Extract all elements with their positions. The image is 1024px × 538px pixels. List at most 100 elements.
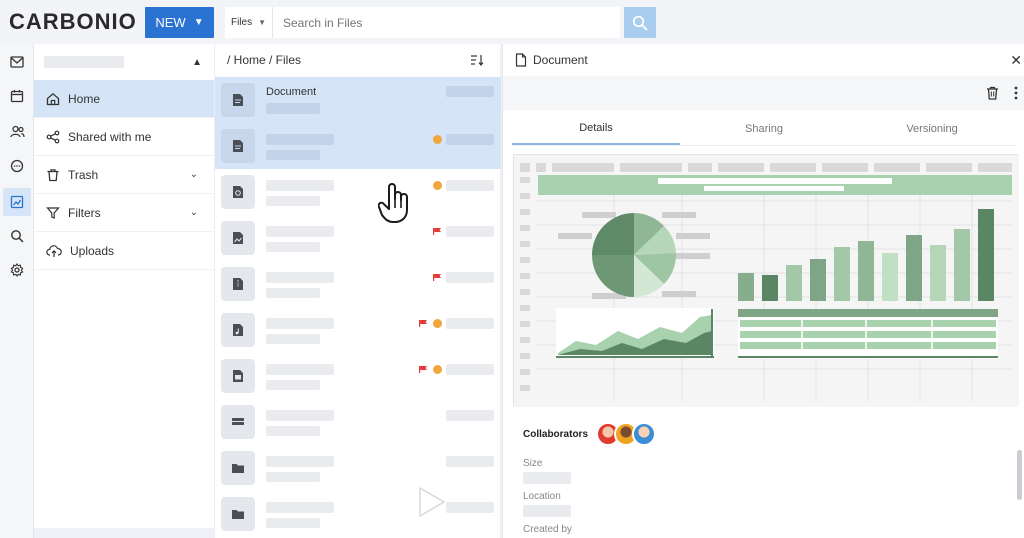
file-meta-placeholder [266,150,320,160]
file-preview [513,154,1019,407]
details-tabs: Details Sharing Versioning [512,112,1016,146]
audio-file-icon [221,313,255,347]
file-list: / Home / Files Document [214,44,501,538]
file-meta-placeholder [266,518,320,528]
search-bar: Files ▼ [225,7,620,38]
document-icon [221,129,255,163]
new-button[interactable]: NEW ▼ [145,7,214,38]
sidebar-item-home[interactable]: Home [34,80,214,118]
sidebar-item-filters[interactable]: Filters ⌄ [34,194,214,232]
list-item[interactable]: Document [215,77,501,123]
list-item[interactable] [215,123,501,169]
file-date-placeholder [446,502,494,513]
mail-icon[interactable] [8,53,26,71]
file-name-placeholder [266,410,334,421]
more-vertical-icon[interactable] [1014,86,1018,100]
account-section-header[interactable]: ▲ [34,44,214,80]
file-meta-placeholder [266,196,320,206]
account-name-placeholder [44,56,124,68]
chevron-down-icon: ▼ [193,17,204,28]
details-header: Document ✕ [503,44,1024,76]
sidebar-item-shared-with-me[interactable]: Shared with me [34,118,214,156]
file-name-placeholder [266,456,334,467]
flag-icon [433,228,441,235]
file-name: Document [266,86,317,98]
shared-dot-icon [433,135,442,144]
file-meta-placeholder [266,426,320,436]
tab-versioning[interactable]: Versioning [848,112,1016,145]
share-icon [46,130,60,143]
details-toolbar [503,76,1024,110]
size-label: Size [523,458,543,469]
home-icon [46,92,60,105]
list-item[interactable] [215,307,501,353]
breadcrumb[interactable]: / Home / Files [227,53,301,67]
search-scope-label: Files [230,17,253,28]
chevron-down-icon[interactable]: ⌄ [190,169,198,180]
list-item[interactable] [215,261,501,307]
sidebar-item-trash[interactable]: Trash ⌄ [34,156,214,194]
location-value-placeholder [523,505,571,517]
list-item[interactable] [215,353,501,399]
flag-icon [419,320,427,327]
chevron-down-icon: ▼ [258,18,267,27]
play-icon[interactable] [418,486,446,518]
sidebar-item-label: Trash [68,167,99,182]
collaborators-label: Collaborators [523,428,589,440]
list-header: / Home / Files [215,44,500,76]
folder-icon [221,497,255,531]
details-title: Document [533,53,588,67]
hand-cursor-icon [378,183,408,223]
files-sidebar: ▲ Home Shared with me Trash ⌄ Filters ⌄ … [34,44,214,528]
trash-icon[interactable] [986,86,999,100]
tab-sharing[interactable]: Sharing [680,112,848,145]
search-scope-select[interactable]: Files ▼ [225,7,273,38]
module-rail [0,44,34,538]
list-item[interactable] [215,491,501,537]
sidebar-item-label: Home [68,91,101,106]
settings-gear-icon[interactable] [8,261,26,279]
file-date-placeholder [446,134,494,145]
file-date-placeholder [446,318,494,329]
file-name-placeholder [266,272,334,283]
upload-cloud-icon [46,244,62,257]
search-icon[interactable] [8,227,26,245]
tab-details[interactable]: Details [512,112,680,145]
file-meta-placeholder [266,334,320,344]
chat-icon[interactable] [8,157,26,175]
list-item[interactable] [215,399,501,445]
search-input[interactable] [273,7,620,38]
list-item[interactable] [215,169,501,215]
search-button[interactable] [624,7,656,38]
search-icon [632,15,648,30]
close-icon[interactable]: ✕ [1010,52,1022,69]
list-item[interactable] [215,445,501,491]
size-value-placeholder [523,472,571,484]
file-date-placeholder [446,180,494,191]
sidebar-item-uploads[interactable]: Uploads [34,232,214,270]
file-name-placeholder [266,134,334,145]
list-item[interactable] [215,215,501,261]
shared-dot-icon [433,365,442,374]
document-icon [221,83,255,117]
file-meta-placeholder [266,103,320,114]
file-meta-placeholder [266,288,320,298]
file-meta-placeholder [266,472,320,482]
contacts-icon[interactable] [8,122,26,140]
collaborators-row: Collaborators [523,422,657,446]
chevron-up-icon: ▲ [192,56,202,68]
files-icon[interactable] [3,188,31,216]
sidebar-item-label: Filters [68,205,101,220]
file-date-placeholder [446,86,494,97]
calendar-icon[interactable] [8,87,26,105]
avatar[interactable] [632,422,657,446]
details-scrollbar[interactable] [1017,450,1022,500]
file-name-placeholder [266,180,334,191]
sidebar-item-label: Uploads [70,243,115,258]
flag-icon [433,274,441,281]
sort-icon[interactable] [470,54,484,66]
file-meta-placeholder [266,242,320,252]
presentation-icon [221,175,255,209]
chevron-down-icon[interactable]: ⌄ [190,207,198,218]
file-date-placeholder [446,226,494,237]
